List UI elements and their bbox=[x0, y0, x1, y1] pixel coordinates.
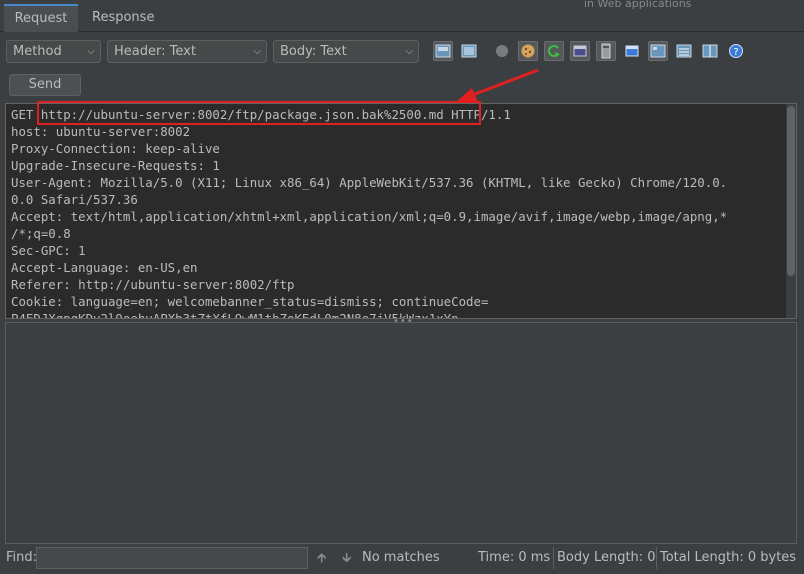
method-select[interactable]: Method ⌵ bbox=[6, 40, 101, 63]
arrow-up-icon[interactable]: 🡱 bbox=[317, 549, 326, 571]
scrollbar-thumb[interactable] bbox=[787, 106, 795, 276]
arrow-down-icon[interactable]: 🡳 bbox=[342, 549, 351, 571]
request-line: Accept-Language: en-US,en bbox=[11, 260, 198, 275]
request-line: host: ubuntu-server:8002 bbox=[11, 124, 191, 139]
request-editor[interactable]: GET http://ubuntu-server:8002/ftp/packag… bbox=[5, 103, 797, 319]
help-icon[interactable]: ? bbox=[726, 41, 746, 61]
layout-split-icon[interactable] bbox=[459, 41, 479, 61]
request-line: Proxy-Connection: keep-alive bbox=[11, 141, 220, 156]
breakpoint-icon[interactable] bbox=[492, 41, 512, 61]
annotation-arrow-icon bbox=[456, 68, 539, 102]
annotation-highlight-box bbox=[37, 101, 481, 125]
layout-single-icon[interactable] bbox=[433, 41, 453, 61]
find-status: No matches bbox=[362, 550, 440, 565]
tab-response[interactable]: Response bbox=[84, 4, 162, 32]
vertical-scrollbar[interactable] bbox=[786, 104, 796, 318]
total-length-stat: Total Length: 0 bytes bbox=[660, 550, 797, 565]
chevron-down-icon: ⌵ bbox=[253, 46, 261, 57]
view-list-icon[interactable] bbox=[674, 41, 694, 61]
request-line: Upgrade-Insecure-Requests: 1 bbox=[11, 158, 220, 173]
response-editor[interactable] bbox=[5, 322, 797, 544]
request-line: 0.0 Safari/537.36 bbox=[11, 192, 138, 207]
separator bbox=[553, 547, 554, 569]
request-line: Accept: text/html,application/xhtml+xml,… bbox=[11, 209, 728, 224]
body-view-select[interactable]: Body: Text ⌵ bbox=[273, 40, 419, 63]
body-select-value: Body: Text bbox=[280, 44, 347, 59]
time-stat: Time: 0 ms bbox=[478, 550, 551, 565]
chevron-down-icon: ⌵ bbox=[405, 46, 413, 57]
toolbar: Method ⌵ Header: Text ⌵ Body: Text ⌵ ? bbox=[0, 36, 804, 68]
request-text[interactable]: GET http://ubuntu-server:8002/ftp/packag… bbox=[11, 106, 728, 319]
separator bbox=[656, 547, 657, 569]
header-view-select[interactable]: Header: Text ⌵ bbox=[107, 40, 267, 63]
view-tabs-icon[interactable] bbox=[648, 41, 668, 61]
find-label: Find: bbox=[6, 550, 38, 565]
body-length-stat: Body Length: 0 bbox=[557, 550, 656, 565]
cookie-icon[interactable] bbox=[518, 41, 538, 61]
window-icon[interactable] bbox=[570, 41, 590, 61]
method-select-value: Method bbox=[13, 44, 62, 59]
browser-icon[interactable] bbox=[622, 41, 642, 61]
svg-text:?: ? bbox=[733, 47, 738, 58]
send-button[interactable]: Send bbox=[9, 74, 81, 96]
view-split-icon[interactable] bbox=[700, 41, 720, 61]
header-select-value: Header: Text bbox=[114, 44, 196, 59]
follow-redirect-icon[interactable] bbox=[544, 41, 564, 61]
request-line: User-Agent: Mozilla/5.0 (X11; Linux x86_… bbox=[11, 175, 728, 190]
tab-bar: Request Response in Web applications bbox=[0, 0, 804, 32]
request-line: P4EDJXqpgKDy2l9oehvAPXb3tZtXfL9wM1thZoKE… bbox=[11, 311, 459, 319]
background-window-text: in Web applications bbox=[584, 0, 692, 9]
panel-icon[interactable] bbox=[596, 41, 616, 61]
request-line: Referer: http://ubuntu-server:8002/ftp bbox=[11, 277, 295, 292]
chevron-down-icon: ⌵ bbox=[87, 46, 95, 57]
request-line: Sec-GPC: 1 bbox=[11, 243, 86, 258]
request-line: /*;q=0.8 bbox=[11, 226, 71, 241]
find-input[interactable] bbox=[36, 547, 308, 569]
tab-request[interactable]: Request bbox=[4, 4, 78, 32]
status-bar: Find: 🡱 🡳 No matches Time: 0 ms Body Len… bbox=[0, 545, 804, 574]
request-line: Cookie: language=en; welcomebanner_statu… bbox=[11, 294, 489, 309]
